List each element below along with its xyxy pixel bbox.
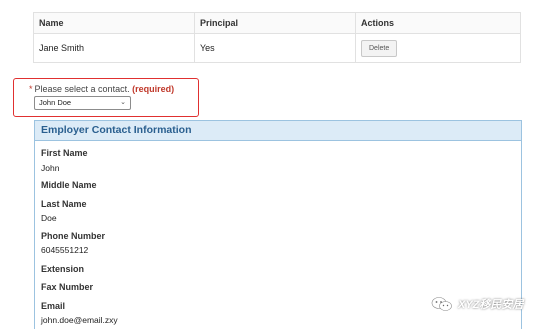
column-header-name: Name xyxy=(33,12,195,34)
select-contact-group: * Please select a contact. (required) Joh… xyxy=(13,78,199,117)
wechat-icon xyxy=(431,297,452,311)
cell-actions: Delete xyxy=(355,33,521,63)
table-row: Jane Smith Yes Delete xyxy=(33,33,521,63)
delete-button[interactable]: Delete xyxy=(361,39,398,57)
phone-number-label: Phone Number xyxy=(41,231,106,241)
first-name-value: John xyxy=(41,163,60,173)
table-header-row: Name Principal Actions xyxy=(33,12,521,34)
required-indicator: (required) xyxy=(132,84,175,94)
select-contact-prompt: Please select a contact. xyxy=(34,84,130,94)
select-contact-label: * Please select a contact. (required) xyxy=(29,84,174,94)
contact-select-value: John Doe xyxy=(39,98,72,107)
email-value: john.doe@email.zxy xyxy=(41,315,118,325)
column-header-actions: Actions xyxy=(355,12,521,34)
panel-title: Employer Contact Information xyxy=(35,121,521,141)
required-asterisk: * xyxy=(29,84,33,94)
email-label: Email xyxy=(41,301,66,311)
cell-name: Jane Smith xyxy=(33,33,195,63)
column-header-principal: Principal xyxy=(194,12,356,34)
last-name-label: Last Name xyxy=(41,199,87,209)
phone-number-value: 6045551212 xyxy=(41,245,89,255)
contacts-table: Name Principal Actions Jane Smith Yes De… xyxy=(33,12,521,63)
cell-principal: Yes xyxy=(194,33,356,63)
watermark: XYZ移民安居 xyxy=(431,295,523,313)
middle-name-label: Middle Name xyxy=(41,180,97,190)
watermark-text: XYZ移民安居 xyxy=(458,299,524,311)
first-name-label: First Name xyxy=(41,148,88,158)
last-name-value: Doe xyxy=(41,213,57,223)
contact-select[interactable]: John Doe ⌄ xyxy=(34,96,131,110)
chevron-down-icon: ⌄ xyxy=(120,99,126,106)
extension-label: Extension xyxy=(41,264,85,274)
fax-number-label: Fax Number xyxy=(41,282,94,292)
